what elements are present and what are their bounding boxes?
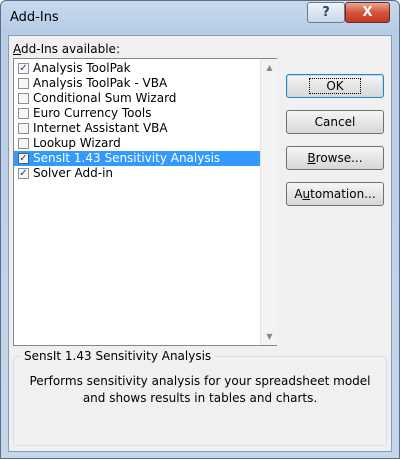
list-item-label: Lookup Wizard <box>33 136 121 150</box>
checkbox[interactable]: ✓ <box>18 153 29 164</box>
close-icon: X <box>362 5 373 20</box>
vertical-scrollbar[interactable]: ▲ ▼ <box>260 59 277 345</box>
list-item-label: Euro Currency Tools <box>33 106 152 120</box>
add-ins-available-label: Add-Ins available: <box>13 42 120 56</box>
ok-button[interactable]: OK <box>286 74 384 98</box>
automation-button[interactable]: Automation... <box>286 182 384 206</box>
list-item-label: Internet Assistant VBA <box>33 121 168 135</box>
dialog-body: Add-Ins available: ✓ Analysis ToolPak Anal… <box>8 35 392 452</box>
title-bar[interactable]: Add-Ins ? X <box>1 1 399 35</box>
list-item[interactable]: Lookup Wizard <box>14 136 260 151</box>
list-item[interactable]: Analysis ToolPak - VBA <box>14 76 260 91</box>
close-button[interactable]: X <box>345 2 390 23</box>
list-item[interactable]: ✓ Analysis ToolPak <box>14 61 260 76</box>
list-item[interactable]: ✓ SensIt 1.43 Sensitivity Analysis <box>14 151 260 166</box>
scroll-up-arrow-icon[interactable]: ▲ <box>261 59 278 76</box>
help-icon: ? <box>322 5 330 20</box>
description-group: SensIt 1.43 Sensitivity Analysis Perform… <box>13 349 387 446</box>
checkbox[interactable]: ✓ <box>18 63 29 74</box>
checkbox[interactable] <box>18 108 29 119</box>
checkbox[interactable] <box>18 93 29 104</box>
dialog-title: Add-Ins <box>10 10 59 25</box>
add-ins-list: ✓ Analysis ToolPak Analysis ToolPak - VBA C… <box>14 61 260 181</box>
scroll-down-arrow-icon[interactable]: ▼ <box>261 328 278 345</box>
checkbox[interactable] <box>18 123 29 134</box>
list-item[interactable]: ✓ Solver Add-in <box>14 166 260 181</box>
list-item-label: SensIt 1.43 Sensitivity Analysis <box>33 151 221 165</box>
browse-button[interactable]: Browse... <box>286 146 384 170</box>
list-item-label: Conditional Sum Wizard <box>33 91 177 105</box>
list-item-label: Solver Add-in <box>33 166 114 180</box>
description-title: SensIt 1.43 Sensitivity Analysis <box>20 349 216 363</box>
list-item[interactable]: Euro Currency Tools <box>14 106 260 121</box>
add-ins-dialog: Add-Ins ? X Add-Ins available: ✓ Analysis… <box>0 0 400 459</box>
list-item[interactable]: Internet Assistant VBA <box>14 121 260 136</box>
checkbox[interactable] <box>18 138 29 149</box>
list-item[interactable]: Conditional Sum Wizard <box>14 91 260 106</box>
add-ins-listbox[interactable]: ✓ Analysis ToolPak Analysis ToolPak - VBA C… <box>13 58 277 346</box>
checkbox[interactable] <box>18 78 29 89</box>
checkbox[interactable]: ✓ <box>18 168 29 179</box>
cancel-button[interactable]: Cancel <box>286 110 384 134</box>
list-item-label: Analysis ToolPak <box>33 61 131 75</box>
description-text: Performs sensitivity analysis for your s… <box>29 374 371 405</box>
help-button[interactable]: ? <box>307 2 345 23</box>
list-item-label: Analysis ToolPak - VBA <box>33 76 168 90</box>
